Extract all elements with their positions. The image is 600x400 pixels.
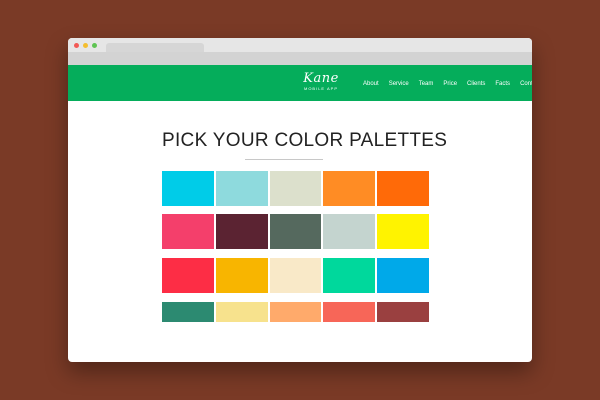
close-window-button[interactable] [74, 43, 79, 48]
color-swatch[interactable] [270, 302, 321, 322]
color-swatch[interactable] [162, 171, 214, 206]
color-swatch[interactable] [377, 302, 429, 322]
nav-item-facts[interactable]: Facts [495, 80, 510, 88]
nav-menu: About Service Team Price Clients Facts C… [363, 80, 532, 88]
color-swatch[interactable] [377, 171, 429, 206]
logo-wordmark: Kane [303, 71, 339, 86]
address-bar[interactable] [68, 52, 532, 65]
browser-chrome [68, 38, 532, 65]
color-swatch[interactable] [162, 302, 214, 322]
color-swatch[interactable] [216, 258, 268, 293]
color-swatch[interactable] [162, 214, 214, 249]
color-swatch[interactable] [270, 171, 321, 206]
site-logo[interactable]: Kane MOBILE APP [299, 71, 343, 97]
color-swatch[interactable] [323, 214, 375, 249]
browser-window: Kane MOBILE APP About Service Team Price… [68, 38, 532, 362]
color-swatch[interactable] [216, 171, 268, 206]
site-navbar: Kane MOBILE APP About Service Team Price… [68, 65, 532, 101]
nav-item-service[interactable]: Service [389, 80, 409, 88]
color-swatch[interactable] [162, 258, 214, 293]
color-swatch[interactable] [377, 214, 429, 249]
color-swatch[interactable] [270, 258, 321, 293]
nav-item-contact[interactable]: Contact [520, 80, 532, 88]
maximize-window-button[interactable] [92, 43, 97, 48]
color-swatch[interactable] [216, 302, 268, 322]
color-swatch[interactable] [377, 258, 429, 293]
logo-tagline: MOBILE APP [303, 86, 338, 91]
minimize-window-button[interactable] [83, 43, 88, 48]
page-title: PICK YOUR COLOR PALETTES [162, 130, 448, 151]
color-swatch[interactable] [323, 258, 375, 293]
title-divider [245, 159, 323, 160]
window-controls [74, 43, 97, 48]
nav-item-price[interactable]: Price [443, 80, 457, 88]
color-swatch[interactable] [270, 214, 321, 249]
nav-item-team[interactable]: Team [419, 80, 434, 88]
nav-item-clients[interactable]: Clients [467, 80, 485, 88]
color-swatch[interactable] [323, 171, 375, 206]
color-swatch[interactable] [323, 302, 375, 322]
color-swatch[interactable] [216, 214, 268, 249]
nav-item-about[interactable]: About [363, 80, 379, 88]
